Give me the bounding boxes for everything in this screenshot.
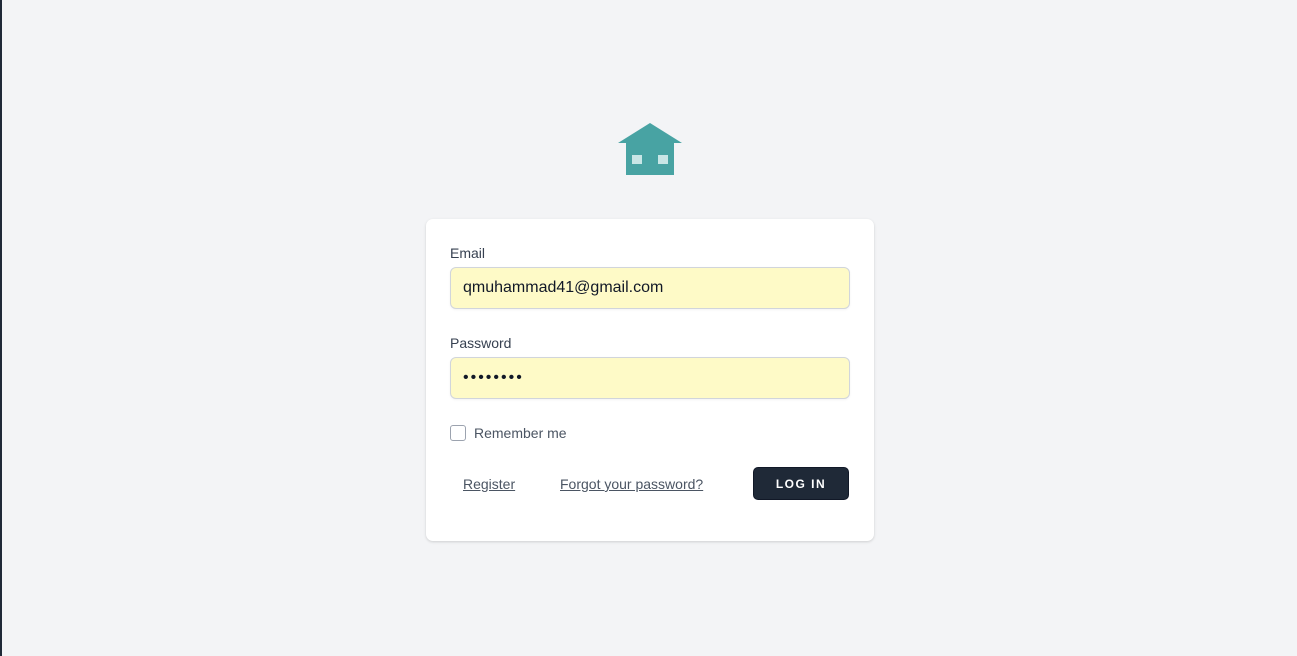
email-field[interactable] (450, 267, 850, 309)
login-button[interactable]: LOG IN (753, 467, 849, 500)
login-card: Email Password Remember me Register Forg… (426, 219, 874, 541)
remember-me-checkbox[interactable] (450, 425, 466, 441)
remember-me-label: Remember me (474, 425, 567, 441)
password-field[interactable] (450, 357, 850, 399)
window-edge (0, 0, 2, 656)
register-link[interactable]: Register (463, 476, 515, 492)
email-label: Email (450, 245, 486, 261)
password-label: Password (450, 335, 512, 351)
forgot-password-link[interactable]: Forgot your password? (560, 476, 703, 492)
house-icon (618, 123, 682, 175)
remember-me-row[interactable]: Remember me (450, 425, 567, 441)
